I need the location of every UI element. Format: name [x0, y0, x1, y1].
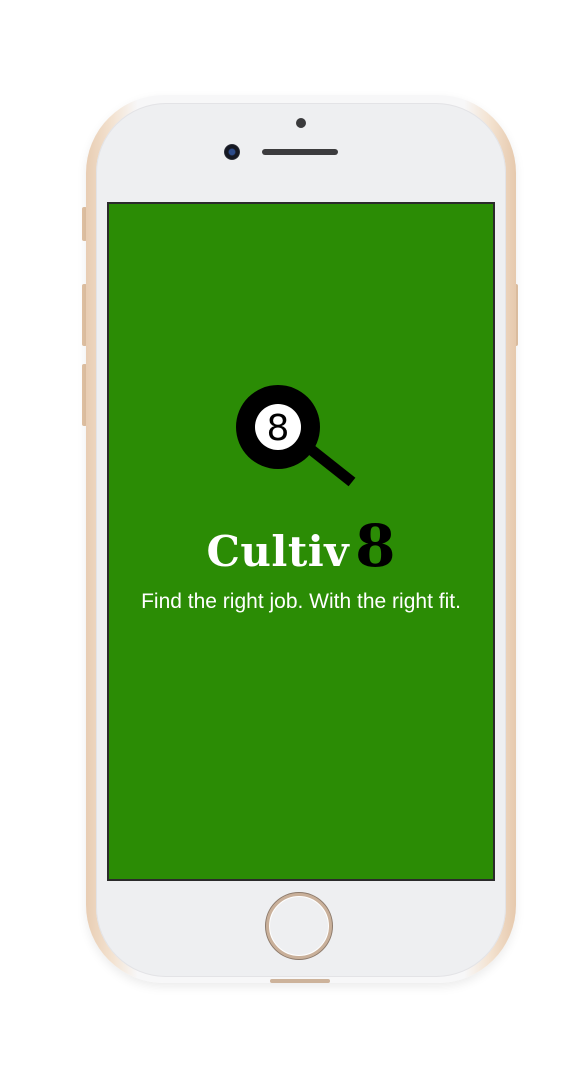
proximity-sensor [296, 118, 306, 128]
magnifier-eight-ball-icon: 8 [236, 385, 356, 487]
earpiece-speaker [262, 149, 338, 155]
bottom-edge-detail [270, 979, 330, 983]
home-button-icon[interactable] [266, 893, 332, 959]
splash-screen: 8 Cultiv 8 Find the right job. With the r… [109, 204, 493, 879]
device-mockup: 8 Cultiv 8 Find the right job. With the r… [0, 0, 586, 1070]
front-camera-icon [224, 144, 240, 160]
brand-word: Cultiv [206, 527, 350, 576]
brand-digit: 8 [355, 512, 396, 580]
logo-ball-digit: 8 [267, 408, 290, 449]
tagline: Find the right job. With the right fit. [141, 590, 461, 613]
app-title: Cultiv 8 [109, 512, 493, 580]
